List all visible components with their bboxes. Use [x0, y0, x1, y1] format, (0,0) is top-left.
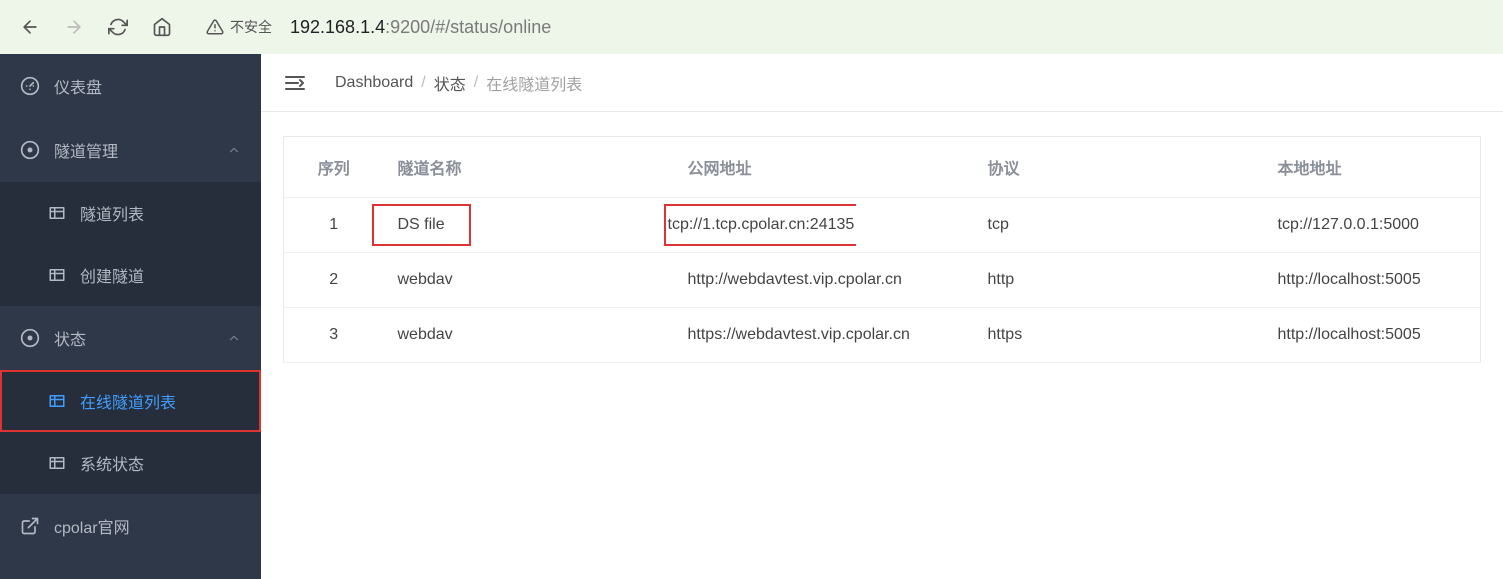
cell-proto: http [974, 253, 1264, 308]
sidebar-item-label: 创建隧道 [80, 263, 241, 287]
sidebar-item-system-status[interactable]: 系统状态 [0, 432, 261, 494]
address-bar[interactable]: 不安全 192.168.1.4:9200/#/status/online [196, 13, 1491, 41]
toggle-sidebar-button[interactable] [283, 71, 307, 95]
sidebar-item-create-tunnel[interactable]: 创建隧道 [0, 244, 261, 306]
cell-proto: https [974, 308, 1264, 363]
tunnel-table: 序列 隧道名称 公网地址 协议 本地地址 1 DS file tcp://1.t… [283, 136, 1481, 363]
table-header-public: 公网地址 [674, 137, 974, 198]
circle-dot-icon [20, 328, 40, 348]
cell-public: tcp://1.tcp.cpolar.cn:24135 [674, 198, 974, 253]
grid-icon [48, 266, 66, 284]
cell-proto: tcp [974, 198, 1264, 253]
chevron-up-icon [227, 331, 241, 345]
cell-local: http://localhost:5005 [1264, 253, 1481, 308]
reload-icon [108, 17, 128, 37]
arrow-left-icon [20, 17, 40, 37]
cell-name: webdav [384, 308, 674, 363]
sidebar-item-label: cpolar官网 [54, 514, 241, 538]
cell-seq: 1 [284, 198, 384, 253]
sidebar-item-label: 在线隧道列表 [80, 389, 241, 413]
content-panel: 序列 隧道名称 公网地址 协议 本地地址 1 DS file tcp://1.t… [261, 112, 1503, 579]
table-header-row: 序列 隧道名称 公网地址 协议 本地地址 [284, 137, 1481, 198]
cell-public: http://webdavtest.vip.cpolar.cn [674, 253, 974, 308]
url-port: :9200 [385, 17, 430, 37]
dashboard-icon [20, 76, 40, 96]
sidebar: 仪表盘 隧道管理 隧道列表 创建隧道 [0, 54, 261, 579]
circle-dot-icon [20, 140, 40, 160]
chevron-up-icon [227, 143, 241, 157]
grid-icon [48, 454, 66, 472]
sidebar-item-label: 状态 [54, 326, 213, 350]
sidebar-item-label: 仪表盘 [54, 74, 241, 98]
grid-icon [48, 392, 66, 410]
sidebar-item-tunnel-list[interactable]: 隧道列表 [0, 182, 261, 244]
table-row[interactable]: 2 webdav http://webdavtest.vip.cpolar.cn… [284, 253, 1481, 308]
sidebar-item-online-tunnel-list[interactable]: 在线隧道列表 [0, 370, 261, 432]
breadcrumb-item-current: 在线隧道列表 [486, 71, 582, 95]
sidebar-item-tunnel-manage[interactable]: 隧道管理 [0, 118, 261, 182]
cell-seq: 3 [284, 308, 384, 363]
cell-name: webdav [384, 253, 674, 308]
sidebar-item-dashboard[interactable]: 仪表盘 [0, 54, 261, 118]
warning-icon [206, 18, 224, 36]
reload-button[interactable] [100, 9, 136, 45]
table-header-seq: 序列 [284, 137, 384, 198]
external-link-icon [20, 516, 40, 536]
highlight-box: DS file [372, 204, 471, 246]
sidebar-item-label: 系统状态 [80, 451, 241, 475]
url-text: 192.168.1.4:9200/#/status/online [282, 17, 551, 38]
breadcrumb-separator: / [421, 74, 425, 92]
sidebar-item-label: 隧道列表 [80, 201, 241, 225]
highlight-box: tcp://1.tcp.cpolar.cn:24135 [664, 204, 857, 246]
breadcrumb-item[interactable]: Dashboard [335, 74, 413, 92]
table-row[interactable]: 3 webdav https://webdavtest.vip.cpolar.c… [284, 308, 1481, 363]
table-header-local: 本地地址 [1264, 137, 1481, 198]
topbar: Dashboard / 状态 / 在线隧道列表 [261, 54, 1503, 112]
grid-icon [48, 204, 66, 222]
forward-button[interactable] [56, 9, 92, 45]
cell-seq: 2 [284, 253, 384, 308]
url-host: 192.168.1.4 [290, 17, 385, 37]
cell-local: http://localhost:5005 [1264, 308, 1481, 363]
main-content: Dashboard / 状态 / 在线隧道列表 序列 隧道名称 公网地址 协议 … [261, 54, 1503, 579]
table-header-name: 隧道名称 [384, 137, 674, 198]
cell-local: tcp://127.0.0.1:5000 [1264, 198, 1481, 253]
breadcrumb-separator: / [474, 74, 478, 92]
cell-public: https://webdavtest.vip.cpolar.cn [674, 308, 974, 363]
table-row[interactable]: 1 DS file tcp://1.tcp.cpolar.cn:24135 tc… [284, 198, 1481, 253]
arrow-right-icon [64, 17, 84, 37]
breadcrumb-item[interactable]: 状态 [434, 71, 466, 95]
breadcrumb: Dashboard / 状态 / 在线隧道列表 [335, 71, 582, 95]
security-badge[interactable]: 不安全 [196, 13, 282, 41]
table-header-proto: 协议 [974, 137, 1264, 198]
security-label: 不安全 [230, 17, 272, 37]
sidebar-item-status[interactable]: 状态 [0, 306, 261, 370]
hamburger-icon [283, 71, 307, 95]
home-button[interactable] [144, 9, 180, 45]
sidebar-item-label: 隧道管理 [54, 138, 213, 162]
browser-toolbar: 不安全 192.168.1.4:9200/#/status/online [0, 0, 1503, 54]
url-path: /#/status/online [430, 17, 551, 37]
back-button[interactable] [12, 9, 48, 45]
home-icon [152, 17, 172, 37]
sidebar-item-cpolar-site[interactable]: cpolar官网 [0, 494, 261, 558]
cell-name: DS file [384, 198, 674, 253]
